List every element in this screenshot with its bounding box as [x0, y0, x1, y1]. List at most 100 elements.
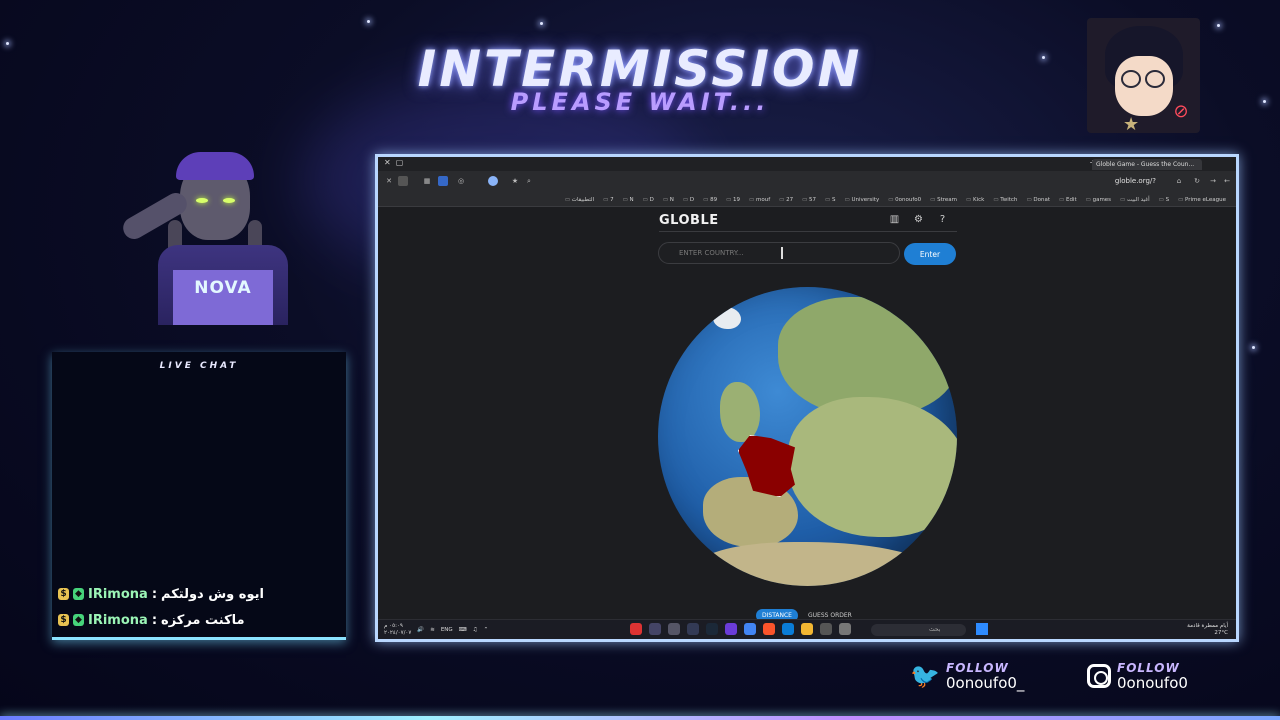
bookmark-item[interactable]: University — [845, 197, 879, 203]
browser-capture: ✕ ▢ + Globle Game - Guess the Coun... ✕ … — [375, 154, 1239, 642]
weather-text: أيام ممطرة قادمة — [1187, 623, 1228, 629]
header-icons: ▥ ⚙ ? — [888, 213, 949, 226]
north-africa-land — [698, 542, 938, 586]
extension-icon[interactable]: ▦ — [422, 176, 432, 186]
live-chat-title: LIVE CHAT — [159, 361, 239, 371]
bookmark-item[interactable]: 89 — [703, 197, 717, 203]
reload-icon[interactable]: ↻ — [1192, 176, 1202, 186]
home-icon[interactable]: ⌂ — [1174, 176, 1184, 186]
central-europe-land — [788, 397, 957, 537]
settings-icon[interactable]: ⚙ — [912, 213, 925, 226]
tray-expand-icon[interactable]: ⌃ — [484, 627, 489, 633]
bookmark-item[interactable]: 0onoufo0 — [888, 197, 921, 203]
app-icon[interactable] — [649, 623, 661, 635]
back-icon[interactable]: ← — [1222, 176, 1232, 186]
tab-bar: ✕ ▢ + Globle Game - Guess the Coun... — [378, 157, 1236, 171]
profile-icon[interactable] — [398, 176, 408, 186]
bookmark-item[interactable]: mouf — [749, 197, 770, 203]
forward-icon[interactable]: → — [1208, 176, 1218, 186]
app-icon[interactable] — [687, 623, 699, 635]
globe-map[interactable] — [658, 287, 957, 586]
brave-icon[interactable] — [763, 623, 775, 635]
app-icon[interactable] — [668, 623, 680, 635]
close-icon[interactable]: ✕ — [384, 176, 394, 186]
globle-page: GLOBLE ▥ ⚙ ? Enter DISTANCE GUESS ORDER — [378, 207, 1236, 622]
avatar-cap — [176, 152, 254, 180]
system-tray: ٠٥:٠٩ م ٢٠٢٤/٠٧/٠٧ 🔊 ≋ ENG ⌨ ♫ ⌃ — [384, 623, 488, 637]
avatar-eye — [196, 198, 208, 203]
store-icon[interactable] — [820, 623, 832, 635]
page-title: GLOBLE — [659, 213, 719, 228]
stats-icon[interactable]: ▥ — [888, 213, 901, 226]
extension-icon[interactable] — [488, 176, 498, 186]
star-icon: ★ — [1123, 114, 1140, 133]
chat-message: $ ◆ IRimona : ايوه وش دولتكم — [58, 584, 264, 604]
bookmark-item[interactable]: N — [623, 197, 634, 203]
bookmark-item[interactable]: 57 — [802, 197, 816, 203]
please-wait-subtitle: PLEASE WAIT... — [510, 88, 770, 116]
url-field[interactable]: globle.org/? — [1115, 177, 1156, 185]
clock[interactable]: ٠٥:٠٩ م ٢٠٢٤/٠٧/٠٧ — [384, 623, 411, 637]
file-explorer-icon[interactable] — [801, 623, 813, 635]
windows-start-icon[interactable] — [976, 623, 988, 635]
enter-button[interactable]: Enter — [904, 243, 956, 265]
bookmark-item[interactable]: S — [825, 197, 836, 203]
bookmark-item[interactable]: Kick — [966, 197, 984, 203]
bookmark-item[interactable]: أغيد البيت — [1120, 197, 1150, 203]
keyboard-icon[interactable]: ⌨ — [459, 627, 467, 633]
twitter-handle: 0onoufo0_ — [946, 674, 1025, 692]
app-icon[interactable] — [839, 623, 851, 635]
taskbar-search[interactable]: بحث — [871, 624, 966, 636]
chrome-icon[interactable] — [744, 623, 756, 635]
taskbar-apps — [630, 623, 851, 635]
iceland-land — [713, 307, 741, 329]
live-chat-panel: LIVE CHAT $ ◆ IRimona : ايوه وش دولتكم $… — [52, 352, 346, 640]
bookmark-item[interactable]: games — [1086, 197, 1111, 203]
language-indicator[interactable]: ENG — [441, 627, 453, 633]
extension-icon[interactable]: ◎ — [456, 176, 466, 186]
headset-icon[interactable]: ♫ — [473, 627, 478, 633]
glasses-lens — [1145, 70, 1165, 88]
chat-username: IRimona — [88, 612, 148, 628]
extension-icon[interactable] — [438, 176, 448, 186]
bookmark-star-icon[interactable]: ★ — [510, 176, 520, 186]
instagram-handle: 0onoufo0 — [1117, 674, 1188, 692]
coin-badge-icon: $ — [58, 588, 69, 600]
mic-muted-icon: ⊘ — [1173, 101, 1189, 122]
tab-globle[interactable]: Globle Game - Guess the Coun... — [1092, 159, 1202, 170]
instagram-icon — [1087, 664, 1111, 688]
bookmark-item[interactable]: Prime eLeague — [1178, 197, 1226, 203]
chat-text: ماكنت مركزه — [161, 612, 245, 628]
bookmark-item[interactable]: Edit — [1059, 197, 1077, 203]
bookmark-item[interactable]: S — [1159, 197, 1170, 203]
volume-icon[interactable]: 🔊 — [417, 627, 424, 633]
help-icon[interactable]: ? — [936, 213, 949, 226]
steam-icon[interactable] — [706, 623, 718, 635]
bookmark-item[interactable]: Stream — [930, 197, 957, 203]
star — [6, 42, 9, 45]
bookmark-item[interactable]: التطبيقات — [565, 197, 594, 203]
bookmark-item[interactable]: Twitch — [993, 197, 1017, 203]
bookmark-item[interactable]: D — [683, 197, 694, 203]
bookmark-item[interactable]: 7 — [603, 197, 614, 203]
bookmark-item[interactable]: 19 — [726, 197, 740, 203]
bookmark-item[interactable]: D — [643, 197, 654, 203]
mod-badge-icon: ◆ — [73, 614, 84, 626]
profile-avatar: ★ ⊘ — [1087, 18, 1200, 133]
twitter-follow: 🐦 FOLLOW 0onoufo0_ — [910, 661, 1024, 691]
country-input[interactable] — [658, 242, 900, 264]
bookmark-item[interactable]: Donat — [1026, 197, 1050, 203]
window-controls-icon[interactable]: ✕ ▢ — [384, 158, 403, 167]
bookmark-item[interactable]: 27 — [779, 197, 793, 203]
edge-icon[interactable] — [782, 623, 794, 635]
glasses-lens — [1121, 70, 1141, 88]
app-icon[interactable] — [725, 623, 737, 635]
weather-widget[interactable]: أيام ممطرة قادمة 27°C — [1187, 623, 1228, 637]
temperature: 27°C — [1214, 630, 1228, 636]
wifi-icon[interactable]: ≋ — [430, 627, 435, 633]
avatar-shirt-label: NOVA — [194, 278, 252, 298]
address-bar: ✕ ▦ ◎ ★ ⌕ globle.org/? ⌂ ↻ → ← — [378, 171, 1236, 193]
search-icon[interactable]: ⌕ — [524, 176, 534, 186]
app-icon[interactable] — [630, 623, 642, 635]
bookmark-item[interactable]: N — [663, 197, 674, 203]
